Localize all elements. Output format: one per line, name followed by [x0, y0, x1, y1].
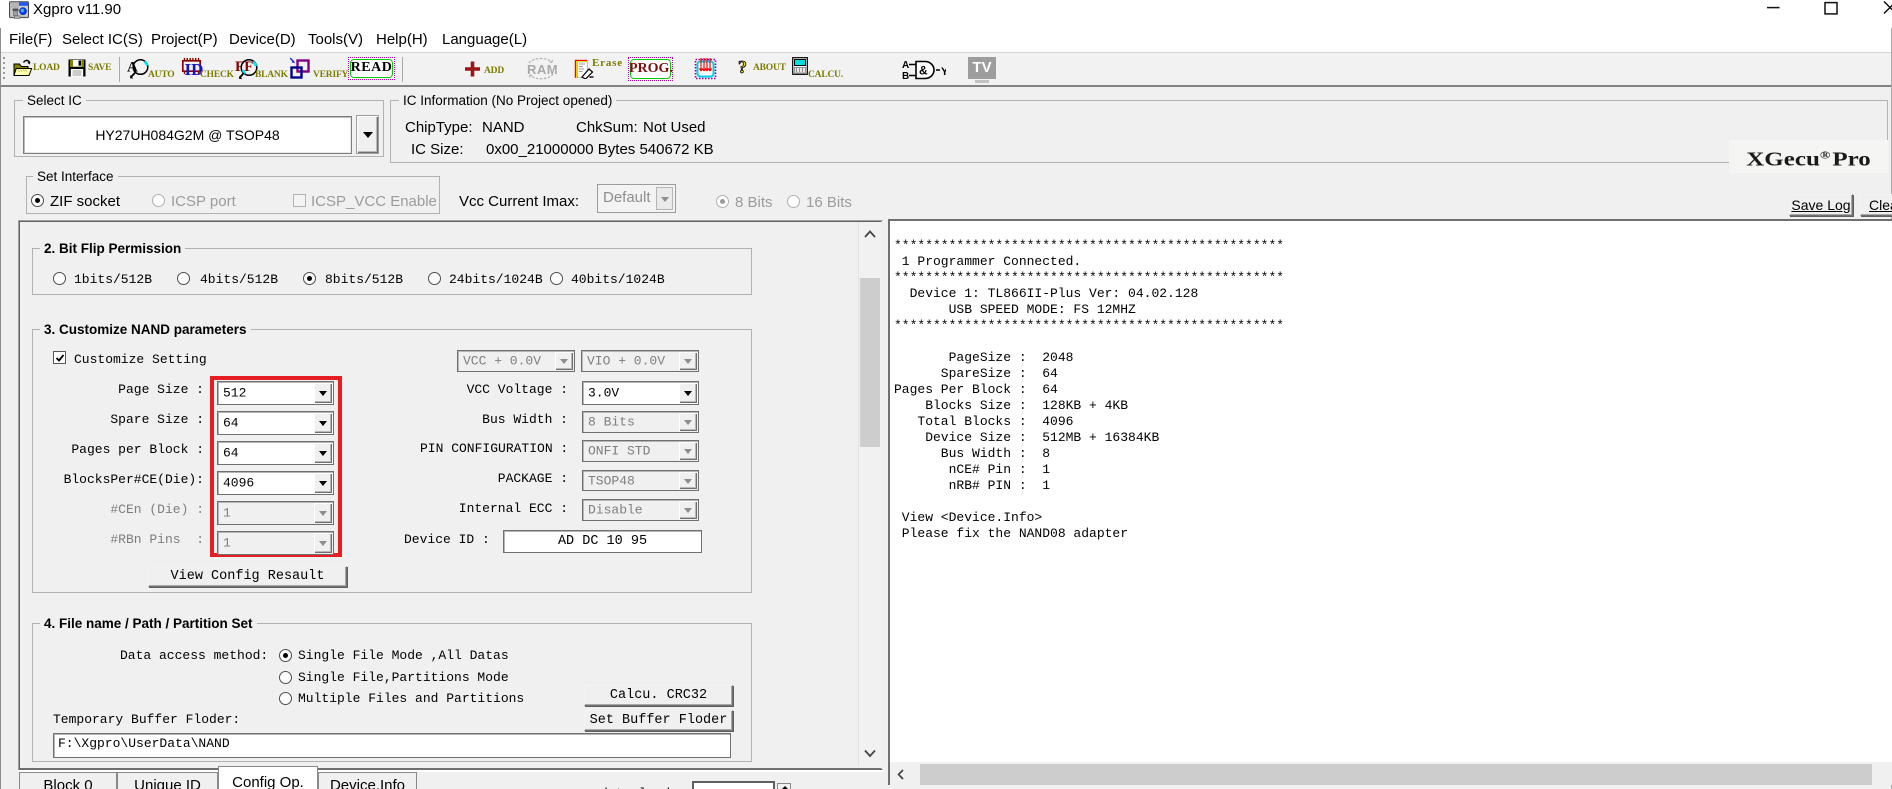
svg-text:A: A — [902, 60, 909, 71]
svg-text:B: B — [902, 71, 909, 80]
svg-text:RAM: RAM — [527, 62, 558, 77]
svg-text:?: ? — [738, 59, 747, 76]
svg-text:Y: Y — [941, 66, 946, 78]
svg-text:&: & — [919, 64, 928, 78]
